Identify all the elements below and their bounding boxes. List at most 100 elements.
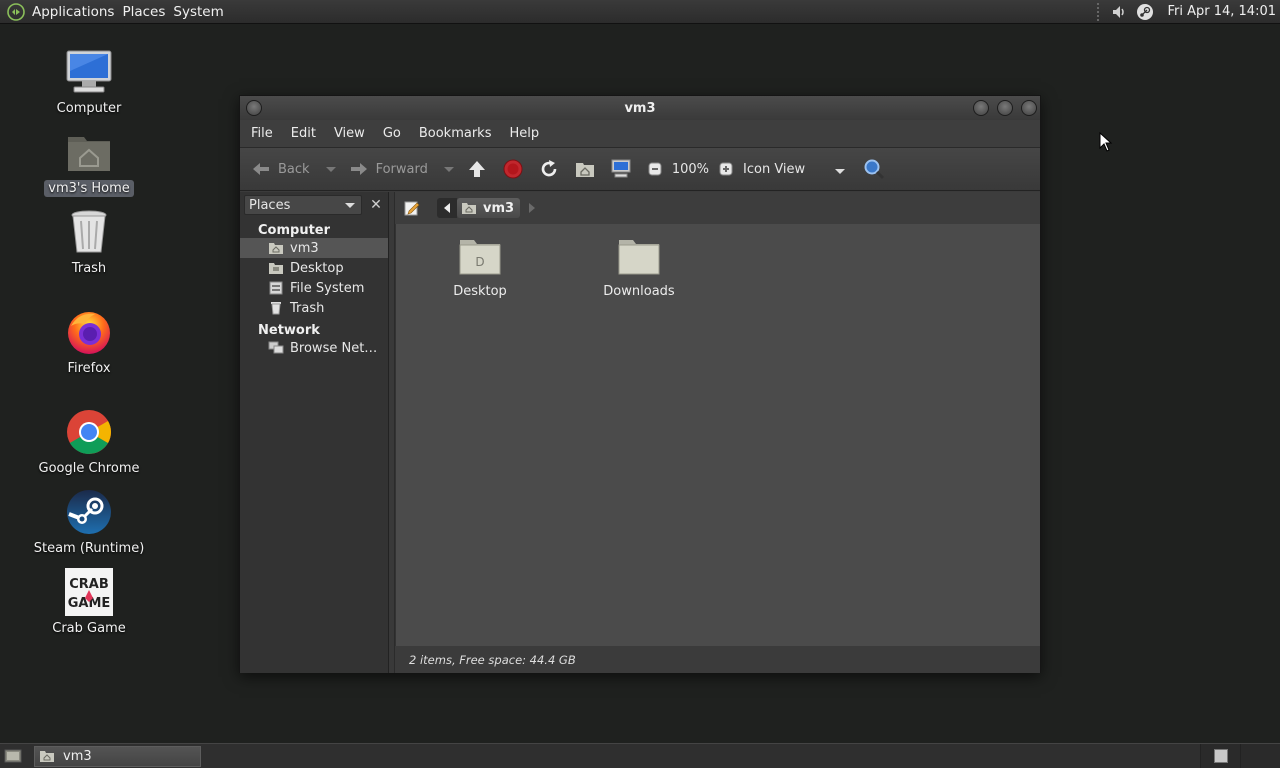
file-item-downloads[interactable]: Downloads xyxy=(589,234,689,299)
back-history-dropdown[interactable] xyxy=(325,166,336,172)
close-button[interactable] xyxy=(1021,100,1037,116)
sidebar-item-label: File System xyxy=(290,280,365,296)
computer-icon xyxy=(63,46,115,98)
desktop-icon-home[interactable]: vm3's Home xyxy=(34,126,144,197)
zoom-in-button[interactable] xyxy=(715,158,737,180)
workspace-1[interactable] xyxy=(1200,744,1240,768)
menu-view[interactable]: View xyxy=(329,126,370,141)
path-scroll-right-icon[interactable] xyxy=(524,198,540,218)
sidebar-item-label: Desktop xyxy=(290,260,344,276)
location-bar: vm3 xyxy=(395,192,1040,224)
svg-text:D: D xyxy=(475,255,484,269)
home-icon xyxy=(268,241,284,255)
taskbar-item-label: vm3 xyxy=(63,748,92,764)
chevron-down-icon xyxy=(835,168,846,174)
home-folder-icon xyxy=(40,751,54,762)
sidebar-header: Places ✕ xyxy=(240,192,388,218)
zoom-level[interactable]: 100% xyxy=(672,162,709,177)
edit-location-icon[interactable] xyxy=(403,199,421,217)
close-sidebar-icon[interactable]: ✕ xyxy=(366,195,386,215)
path-scroll-left-icon[interactable] xyxy=(437,198,457,218)
menu-help[interactable]: Help xyxy=(504,126,544,141)
chevron-down-icon xyxy=(345,203,355,208)
home-icon xyxy=(462,203,476,214)
sidebar-selector[interactable]: Places xyxy=(244,195,362,215)
menu-edit[interactable]: Edit xyxy=(286,126,321,141)
home-button[interactable] xyxy=(574,158,596,180)
menu-go[interactable]: Go xyxy=(378,126,406,141)
desktop-icon-label: Trash xyxy=(71,261,107,276)
desktop-icon-trash[interactable]: Trash xyxy=(34,206,144,277)
up-arrow-icon xyxy=(466,158,488,180)
desktop-icon-steam[interactable]: Steam (Runtime) xyxy=(34,486,144,557)
breadcrumb[interactable]: vm3 xyxy=(457,198,521,218)
computer-button[interactable] xyxy=(610,158,632,180)
status-text: 2 items, Free space: 44.4 GB xyxy=(409,652,576,667)
desktop-icon-chrome[interactable]: Google Chrome xyxy=(34,406,144,477)
system-menu[interactable]: System xyxy=(173,4,231,20)
forward-history-dropdown[interactable] xyxy=(443,166,454,172)
crab-game-icon: CRAB GAME xyxy=(63,566,115,618)
sidebar-item-filesystem[interactable]: File System xyxy=(240,278,388,298)
zoom-out-button[interactable] xyxy=(644,158,666,180)
titlebar[interactable]: vm3 xyxy=(240,96,1040,120)
desktop-folder-icon: D xyxy=(456,234,504,278)
mate-logo-icon[interactable] xyxy=(6,2,26,22)
volume-icon[interactable] xyxy=(1109,2,1129,22)
back-button[interactable]: Back xyxy=(250,158,310,180)
places-menu[interactable]: Places xyxy=(122,4,173,20)
sidebar-section-network: Network xyxy=(258,323,320,338)
search-button[interactable] xyxy=(863,158,885,180)
desktop-icon-firefox[interactable]: Firefox xyxy=(34,306,144,377)
workspace-2[interactable] xyxy=(1240,744,1280,768)
forward-button[interactable]: Forward xyxy=(348,158,428,180)
desktop-icon-label: vm3's Home xyxy=(44,180,134,197)
home-folder-icon xyxy=(63,126,115,178)
menubar: File Edit View Go Bookmarks Help xyxy=(240,120,1040,147)
clock[interactable]: Fri Apr 14, 14:01 xyxy=(1161,4,1280,19)
view-mode-select[interactable]: Icon View xyxy=(743,162,851,177)
desktop-icon-label: Google Chrome xyxy=(38,461,140,476)
status-bar: 2 items, Free space: 44.4 GB xyxy=(395,646,1040,673)
desktop-icon-label: Steam (Runtime) xyxy=(33,541,145,556)
trash-icon xyxy=(63,206,115,258)
file-item-label: Desktop xyxy=(453,284,507,299)
file-item-desktop[interactable]: D Desktop xyxy=(430,234,530,299)
sidebar-item-browse-network[interactable]: Browse Net… xyxy=(240,338,388,358)
desktop-icon-crab-game[interactable]: CRAB GAME Crab Game xyxy=(34,566,144,637)
workspace-window-thumbnail xyxy=(1213,749,1228,763)
sidebar-item-trash[interactable]: Trash xyxy=(240,298,388,318)
mouse-cursor-icon xyxy=(1099,132,1113,152)
desktop-icon-computer[interactable]: Computer xyxy=(34,46,144,117)
network-icon xyxy=(268,341,284,355)
sidebar-section-computer: Computer xyxy=(258,223,331,238)
menu-file[interactable]: File xyxy=(246,126,278,141)
toolbar: Back Forward 100% Icon View xyxy=(240,147,1040,191)
reload-button[interactable] xyxy=(538,158,560,180)
taskbar-item-vm3[interactable]: vm3 xyxy=(34,745,201,767)
search-icon xyxy=(863,158,885,180)
file-view[interactable]: D Desktop Downloads xyxy=(395,224,1040,646)
trash-icon xyxy=(268,301,284,315)
minimize-button[interactable] xyxy=(973,100,989,116)
back-arrow-icon xyxy=(250,158,272,180)
up-button[interactable] xyxy=(466,158,488,180)
back-label: Back xyxy=(278,161,310,177)
file-item-label: Downloads xyxy=(603,284,675,299)
chrome-icon xyxy=(63,406,115,458)
forward-arrow-icon xyxy=(348,158,370,180)
applications-menu[interactable]: Applications xyxy=(32,4,122,20)
sidebar-item-label: Trash xyxy=(290,300,325,316)
sidebar-item-vm3[interactable]: vm3 xyxy=(240,238,388,258)
sidebar-item-label: Browse Net… xyxy=(290,340,378,356)
steam-tray-icon[interactable] xyxy=(1135,2,1155,22)
svg-text:CRAB: CRAB xyxy=(69,577,109,592)
maximize-button[interactable] xyxy=(997,100,1013,116)
menu-bookmarks[interactable]: Bookmarks xyxy=(414,126,497,141)
firefox-icon xyxy=(63,306,115,358)
sidebar-item-desktop[interactable]: Desktop xyxy=(240,258,388,278)
computer-icon xyxy=(610,158,632,180)
steam-icon xyxy=(63,486,115,538)
show-desktop-icon[interactable] xyxy=(2,746,24,766)
stop-button[interactable] xyxy=(502,158,524,180)
